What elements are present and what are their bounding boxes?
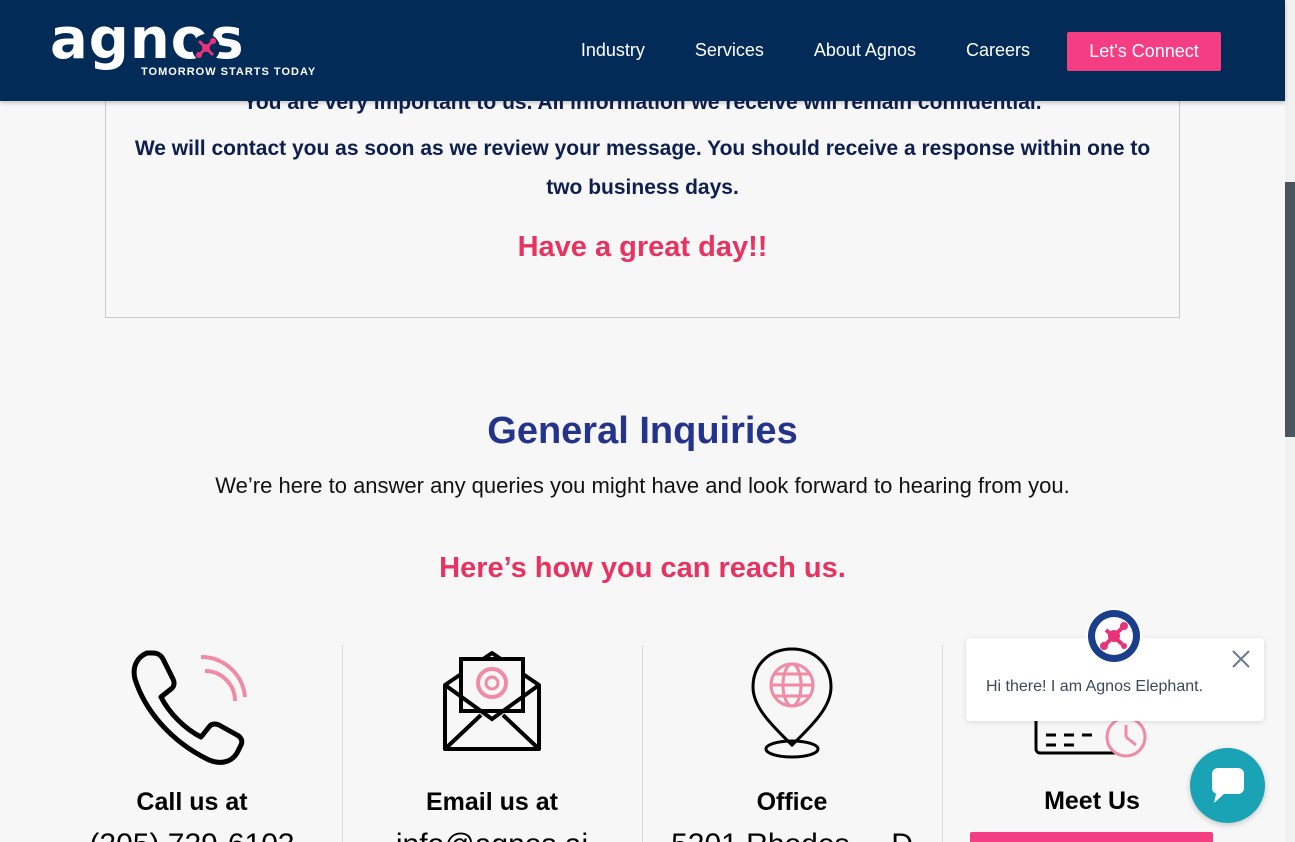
nav-services[interactable]: Services [695,40,764,61]
contact-call: Call us at (205) 729-6103 [42,645,342,842]
section-title: General Inquiries [487,410,798,452]
location-globe-icon [751,647,833,759]
lets-connect-button[interactable]: Let's Connect [1067,32,1221,71]
contact-title: Call us at [136,788,248,816]
contact-title: Email us at [426,788,558,816]
greeting-text: Have a great day!! [517,231,768,263]
chat-icon [1212,768,1244,803]
schedule-meeting-button[interactable] [970,832,1213,842]
section-subtitle: We’re here to answer any queries you mig… [215,473,1070,498]
nav-industry[interactable]: Industry [581,40,645,61]
contact-office: Office 5201 Rhodes ... D [642,645,942,842]
close-icon[interactable] [1230,648,1252,670]
nav-careers[interactable]: Careers [966,40,1030,61]
chat-launcher-button[interactable] [1190,748,1265,823]
logo-tagline: TOMORROW STARTS TODAY [141,66,317,78]
reach-us-heading: Here’s how you can reach us. [439,552,846,584]
response-time-notice: We will contact you as soon as we review… [134,137,1151,199]
phone-number[interactable]: (205) 729-6103 [42,828,342,842]
contact-title: Office [756,788,828,816]
chat-bot-avatar [1086,608,1142,664]
email-address[interactable]: info@agnos.ai [342,828,642,842]
email-icon [443,651,541,751]
site-header: agnos TOMORROW STARTS TODAY Industry Ser… [0,0,1285,101]
scrollbar-thumb[interactable] [1285,182,1295,437]
main-nav: Industry Services About Agnos Careers [531,40,1030,61]
logo-network-icon [192,34,220,62]
bot-avatar-icon [1088,610,1140,662]
contact-email: Email us at info@agnos.ai [342,645,642,842]
calendar-icon [1034,715,1147,758]
phone-icon [131,650,247,765]
agnos-logo[interactable]: agnos TOMORROW STARTS TODAY [50,12,330,80]
office-address: 5201 Rhodes ... D [642,828,942,842]
chat-greeting-text: Hi there! I am Agnos Elephant. [986,678,1204,695]
nav-about-agnos[interactable]: About Agnos [814,40,916,61]
